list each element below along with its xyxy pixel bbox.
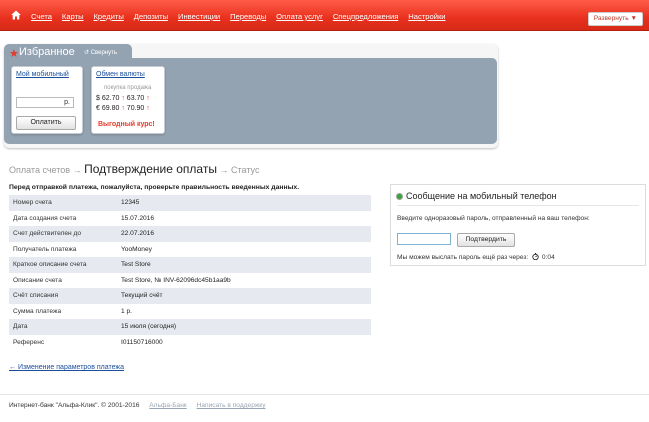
row-label: Описание счета bbox=[13, 276, 62, 284]
row-value: 1 р. bbox=[121, 307, 132, 315]
row-label: Дата создания счета bbox=[13, 214, 77, 222]
sms-radio[interactable] bbox=[397, 194, 402, 199]
nav-item-cards[interactable]: Карты bbox=[62, 12, 84, 21]
amount-input[interactable]: р. bbox=[16, 97, 74, 108]
table-row: Счет действителен до 22.07.2016 bbox=[9, 226, 371, 242]
table-row: Описание счета Test Store, № INV-62096dc4… bbox=[9, 273, 371, 289]
table-row: Номер счета 12345 bbox=[9, 195, 371, 211]
stopwatch-icon bbox=[532, 253, 539, 260]
nav-item-settings[interactable]: Настройки bbox=[408, 12, 445, 21]
nav-item-payments[interactable]: Оплата услуг bbox=[276, 12, 323, 21]
eur-sell: 70.90 bbox=[126, 105, 145, 112]
resend-timer: 0:04 bbox=[541, 254, 555, 261]
row-value: 12345 bbox=[121, 199, 140, 206]
confirm-button[interactable]: Подтвердить bbox=[457, 233, 515, 247]
eur-buy: 69.80 bbox=[101, 105, 120, 112]
usd-sell: 63.70 bbox=[126, 95, 145, 102]
nav-item-deposits[interactable]: Депозиты bbox=[134, 12, 168, 21]
rate-row-eur: € 69.80 ↑ 70.90 ↑ bbox=[96, 105, 150, 112]
otp-input[interactable] bbox=[397, 233, 451, 245]
resend-text: Мы можем выслать пароль ещё раз через: bbox=[397, 254, 529, 261]
row-value: 15.07.2016 bbox=[121, 214, 155, 222]
breadcrumb-step-1: Оплата счетов bbox=[9, 165, 71, 175]
eur-symbol: € bbox=[96, 105, 100, 112]
footer-link-bank[interactable]: Альфа-Банк bbox=[149, 402, 187, 409]
sms-confirmation-panel: Сообщение на мобильный телефон Введите о… bbox=[390, 184, 646, 266]
table-row: Получатель платежа YooMoney bbox=[9, 242, 371, 258]
table-row: Счёт списания Текущий счёт bbox=[9, 288, 371, 304]
footer-link-support[interactable]: Написать в поддержку bbox=[197, 402, 266, 409]
footer-divider bbox=[0, 394, 649, 395]
row-label: Счёт списания bbox=[13, 292, 59, 299]
currency-exchange-widget: Обмен валюты покупка продажа $ 62.70 ↑ 6… bbox=[91, 66, 165, 134]
row-label: Дата bbox=[13, 323, 28, 330]
usd-symbol: $ bbox=[96, 95, 100, 102]
currency-label: р. bbox=[64, 99, 70, 106]
row-value: 22.07.2016 bbox=[121, 230, 155, 237]
arrow-up-icon: ↑ bbox=[146, 105, 150, 112]
divider bbox=[397, 205, 639, 206]
footer-copyright: Интернет-банк "Альфа-Клик". © 2001-2016 bbox=[9, 402, 140, 409]
payment-details-table: Номер счета 12345 Дата создания счета 15.0… bbox=[9, 195, 371, 350]
table-row: Дата создания счета 15.07.2016 bbox=[9, 211, 371, 227]
nav-item-special-offers[interactable]: Спецпредложения bbox=[333, 12, 399, 21]
table-row: Краткое описание счета Test Store bbox=[9, 257, 371, 273]
rate-promo[interactable]: Выгодный курс! bbox=[98, 121, 155, 128]
arrow-up-icon: ↑ bbox=[121, 95, 125, 102]
mobile-widget-title[interactable]: Мой мобильный bbox=[16, 71, 69, 78]
home-icon[interactable] bbox=[11, 10, 21, 20]
change-params-link[interactable]: ← Изменение параметров платежа bbox=[9, 364, 124, 371]
row-value: Test Store, № INV-62096dc45b1aa9b bbox=[121, 276, 231, 284]
row-label: Получатель платежа bbox=[13, 245, 77, 253]
row-label: Номер счета bbox=[13, 199, 52, 206]
breadcrumb-arrow: → bbox=[72, 165, 82, 175]
mobile-payment-widget: Мой мобильный р. Оплатить bbox=[11, 66, 83, 134]
row-label: Счет действителен до bbox=[13, 230, 82, 237]
exchange-widget-title[interactable]: Обмен валюты bbox=[96, 71, 145, 78]
col-sell-label: продажа bbox=[127, 85, 152, 91]
sms-hint: Введите одноразовый пароль, отправленный… bbox=[397, 215, 590, 222]
resend-info: Мы можем выслать пароль ещё раз через: 0… bbox=[397, 253, 555, 261]
usd-buy: 62.70 bbox=[101, 95, 120, 102]
sms-title: Сообщение на мобильный телефон bbox=[406, 191, 557, 201]
table-row: Референс I01150716000 bbox=[9, 335, 371, 351]
table-row: Дата 15 июля (сегодня) bbox=[9, 319, 371, 335]
nav-item-credits[interactable]: Кредиты bbox=[94, 12, 124, 21]
nav-item-investments[interactable]: Инвестиции bbox=[178, 12, 220, 21]
row-value: Текущий счёт bbox=[121, 292, 163, 299]
breadcrumb-arrow: → bbox=[219, 165, 229, 175]
footer: Интернет-банк "Альфа-Клик". © 2001-2016 … bbox=[9, 402, 266, 409]
main-nav: Счета Карты Кредиты Депозиты Инвестиции … bbox=[31, 12, 454, 21]
rate-row-usd: $ 62.70 ↑ 63.70 ↑ bbox=[96, 95, 150, 102]
page-title: Подтверждение оплаты bbox=[84, 162, 217, 176]
favorites-title: Избранное bbox=[19, 46, 75, 58]
row-value: Test Store bbox=[121, 261, 151, 268]
row-value: I01150716000 bbox=[121, 338, 163, 346]
rates-header: покупка продажа bbox=[104, 85, 151, 91]
arrow-up-icon: ↑ bbox=[121, 105, 125, 112]
nav-item-transfers[interactable]: Переводы bbox=[230, 12, 266, 21]
top-nav-bar: Счета Карты Кредиты Депозиты Инвестиции … bbox=[0, 0, 649, 31]
row-label: Краткое описание счета bbox=[13, 261, 87, 268]
collapse-link[interactable]: ↺ Свернуть bbox=[84, 49, 117, 56]
row-label: Референс bbox=[13, 338, 45, 346]
nav-item-accounts[interactable]: Счета bbox=[31, 12, 52, 21]
pay-button[interactable]: Оплатить bbox=[16, 116, 76, 130]
row-value: YooMoney bbox=[121, 245, 152, 253]
expand-button[interactable]: Развернуть ▼ bbox=[587, 12, 643, 26]
col-buy-label: покупка bbox=[104, 85, 126, 91]
star-icon: ★ bbox=[9, 48, 19, 60]
collapse-label[interactable]: Свернуть bbox=[91, 50, 117, 56]
check-warning: Перед отправкой платежа, пожалуйста, про… bbox=[9, 184, 300, 191]
table-row: Сумма платежа 1 р. bbox=[9, 304, 371, 320]
breadcrumb: Оплата счетов → Подтверждение оплаты → С… bbox=[9, 162, 259, 176]
row-label: Сумма платежа bbox=[13, 307, 62, 315]
breadcrumb-step-3: Статус bbox=[231, 165, 260, 175]
row-value: 15 июля (сегодня) bbox=[121, 323, 177, 330]
arrow-up-icon: ↑ bbox=[146, 95, 150, 102]
